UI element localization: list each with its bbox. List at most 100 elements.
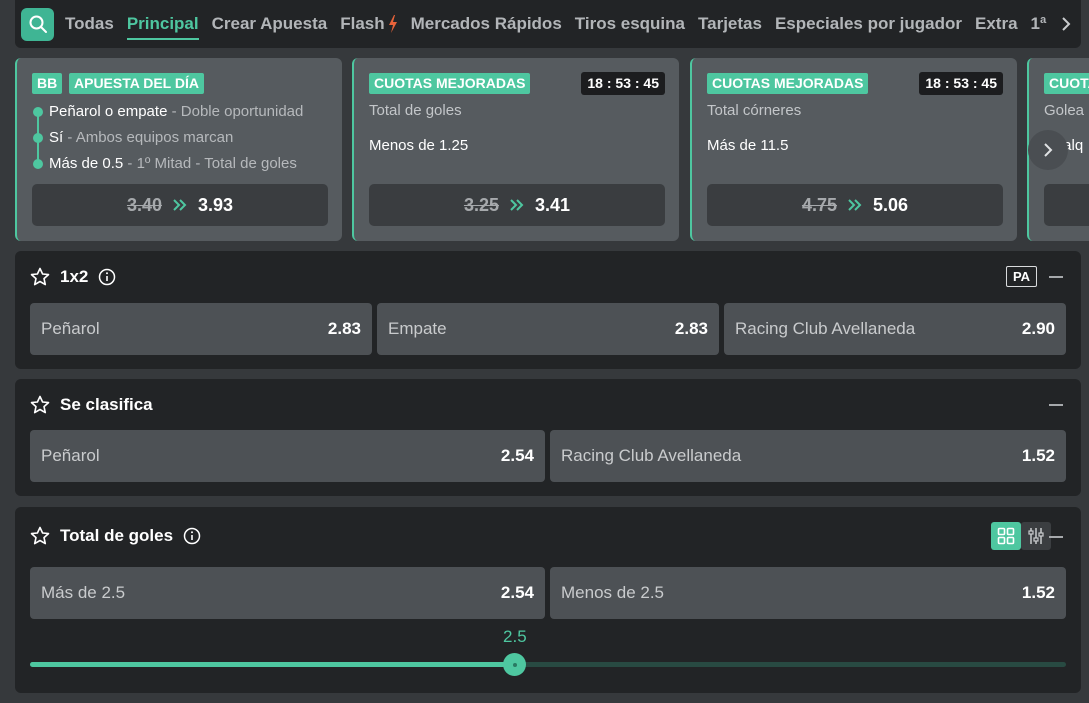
outcome-button[interactable]: Peñarol 2.83 (30, 303, 372, 355)
countdown-timer: 18 : 53 : 45 (919, 72, 1003, 95)
grid-view-button[interactable] (991, 522, 1021, 550)
bet-leg-2: Sí - Ambos equipos marcan (49, 129, 234, 146)
countdown-timer: 18 : 53 : 45 (581, 72, 665, 95)
bet-leg-1: Peñarol o empate - Doble oportunidad (49, 103, 304, 120)
new-odd: 3.93 (198, 194, 234, 215)
info-icon[interactable] (183, 527, 201, 545)
market-header[interactable]: Se clasifica (30, 379, 153, 431)
tabs-scroll-right-button[interactable] (1051, 0, 1081, 48)
outcome-odd: 2.54 (500, 583, 534, 602)
tab-tarjetas[interactable]: Tarjetas (698, 0, 762, 48)
outcome-odd: 1.52 (1021, 583, 1055, 602)
double-chevron-right-icon (847, 198, 863, 212)
star-icon[interactable] (30, 526, 50, 546)
outcome-odd: 2.83 (674, 319, 708, 338)
boosted-odds-button[interactable] (1044, 184, 1089, 226)
bet-builder-badge: BB (32, 73, 63, 94)
tab-extra[interactable]: Extra (975, 0, 1018, 48)
pa-badge[interactable]: PA (1006, 266, 1037, 287)
goal-line-slider-track[interactable] (30, 662, 1066, 667)
outcome-odd: 2.90 (1021, 319, 1055, 338)
category-tabs: Todas Principal Crear Apuesta Flash Merc… (65, 0, 1051, 48)
outcome-odd: 2.83 (327, 319, 361, 338)
double-chevron-right-icon (509, 198, 525, 212)
bet-of-day-card[interactable]: BB APUESTA DEL DÍA Peñarol o empate - Do… (15, 58, 342, 241)
outcome-name: Más de 2.5 (41, 583, 126, 602)
search-button[interactable] (21, 7, 54, 41)
boosted-odds-badge: CUOTA (1044, 73, 1089, 94)
outcome-button[interactable]: Racing Club Avellaneda 2.90 (724, 303, 1066, 355)
outcome-button[interactable]: Racing Club Avellaneda 1.52 (550, 430, 1066, 482)
card-market: Total de goles (369, 102, 462, 119)
boosted-odds-button[interactable]: 4.75 5.06 (707, 184, 1003, 226)
goal-line-slider-fill (30, 662, 515, 667)
flash-bolt-icon (388, 15, 398, 33)
market-category-nav: Todas Principal Crear Apuesta Flash Merc… (15, 0, 1081, 48)
tab-crear-apuesta[interactable]: Crear Apuesta (212, 0, 328, 48)
outcome-name: Menos de 2.5 (561, 583, 665, 602)
old-odd: 3.40 (126, 194, 162, 215)
new-odd: 5.06 (873, 194, 909, 215)
card-selection: Menos de 1.25 (369, 137, 469, 154)
old-odd: 4.75 (801, 194, 837, 215)
star-icon[interactable] (30, 267, 50, 287)
promo-carousel: BB APUESTA DEL DÍA Peñarol o empate - Do… (15, 58, 1089, 241)
market-qualify: Se clasifica Peñarol 2.54 Racing Club Av… (15, 379, 1081, 496)
market-1x2: 1x2 PA Peñarol 2.83 Empate 2.83 Racing C… (15, 251, 1081, 369)
info-icon[interactable] (98, 268, 116, 286)
leg-dot (33, 107, 43, 117)
boosted-odds-badge: CUOTAS MEJORADAS (707, 73, 869, 94)
grid-icon (997, 527, 1015, 545)
outcome-name: Racing Club Avellaneda (735, 319, 916, 338)
goal-line-value: 2.5 (503, 627, 527, 646)
outcome-odd: 1.52 (1021, 446, 1055, 465)
tab-mercados-rapidos[interactable]: Mercados Rápidos (411, 0, 562, 48)
market-title: 1x2 (60, 267, 89, 286)
sliders-icon (1028, 528, 1044, 544)
outcome-name: Empate (388, 319, 447, 338)
double-chevron-right-icon (172, 198, 188, 212)
star-icon[interactable] (30, 395, 50, 415)
tab-especiales-jugador[interactable]: Especiales por jugador (775, 0, 962, 48)
chevron-right-icon (1062, 17, 1071, 31)
outcome-odd: 2.54 (500, 446, 534, 465)
outcome-button[interactable]: Más de 2.5 2.54 (30, 567, 545, 619)
market-total-goals: Total de goles Más de 2.5 2.54 Menos de … (15, 507, 1081, 693)
outcome-name: Peñarol (41, 319, 100, 338)
boosted-odds-button[interactable]: 3.25 3.41 (369, 184, 665, 226)
outcome-name: Racing Club Avellaneda (561, 446, 742, 465)
tab-tiros-esquina[interactable]: Tiros esquina (575, 0, 685, 48)
outcome-button[interactable]: Empate 2.83 (377, 303, 719, 355)
slider-view-button[interactable] (1021, 522, 1051, 550)
card-market: Golea (1044, 102, 1085, 119)
leg-dot (33, 159, 43, 169)
bet-leg-3: Más de 0.5 - 1º Mitad - Total de goles (49, 155, 297, 172)
old-odd: 3.25 (463, 194, 499, 215)
boosted-odds-card[interactable]: CUOTAS MEJORADAS 18 : 53 : 45 Total córn… (690, 58, 1017, 241)
tab-todas[interactable]: Todas (65, 0, 114, 48)
market-title: Se clasifica (60, 395, 153, 414)
goal-line-slider-thumb[interactable] (503, 653, 527, 676)
boosted-odds-badge: CUOTAS MEJORADAS (369, 73, 531, 94)
tab-primera-mitad[interactable]: 1ª m (1031, 0, 1051, 48)
collapse-icon[interactable] (1049, 276, 1063, 278)
market-header[interactable]: Total de goles (30, 507, 201, 565)
collapse-icon[interactable] (1049, 404, 1063, 406)
new-odd: 3.41 (535, 194, 571, 215)
carousel-next-button[interactable] (1028, 130, 1068, 170)
card-market: Total córneres (707, 102, 802, 119)
tab-principal[interactable]: Principal (126, 0, 199, 48)
search-icon (29, 15, 47, 33)
boosted-odds-card[interactable]: CUOTAS MEJORADAS 18 : 53 : 45 Total de g… (352, 58, 679, 241)
bet-of-day-badge: APUESTA DEL DÍA (69, 73, 204, 94)
outcome-name: Peñarol (41, 446, 100, 465)
outcome-button[interactable]: Menos de 2.5 1.52 (550, 567, 1066, 619)
bet-of-day-odds-button[interactable]: 3.40 3.93 (32, 184, 328, 226)
market-title: Total de goles (60, 526, 174, 545)
chevron-right-icon (1044, 143, 1053, 157)
tab-flash[interactable]: Flash (340, 0, 397, 48)
outcome-button[interactable]: Peñarol 2.54 (30, 430, 545, 482)
market-header[interactable]: 1x2 (30, 251, 116, 303)
collapse-icon[interactable] (1049, 536, 1063, 538)
leg-dot (33, 133, 43, 143)
